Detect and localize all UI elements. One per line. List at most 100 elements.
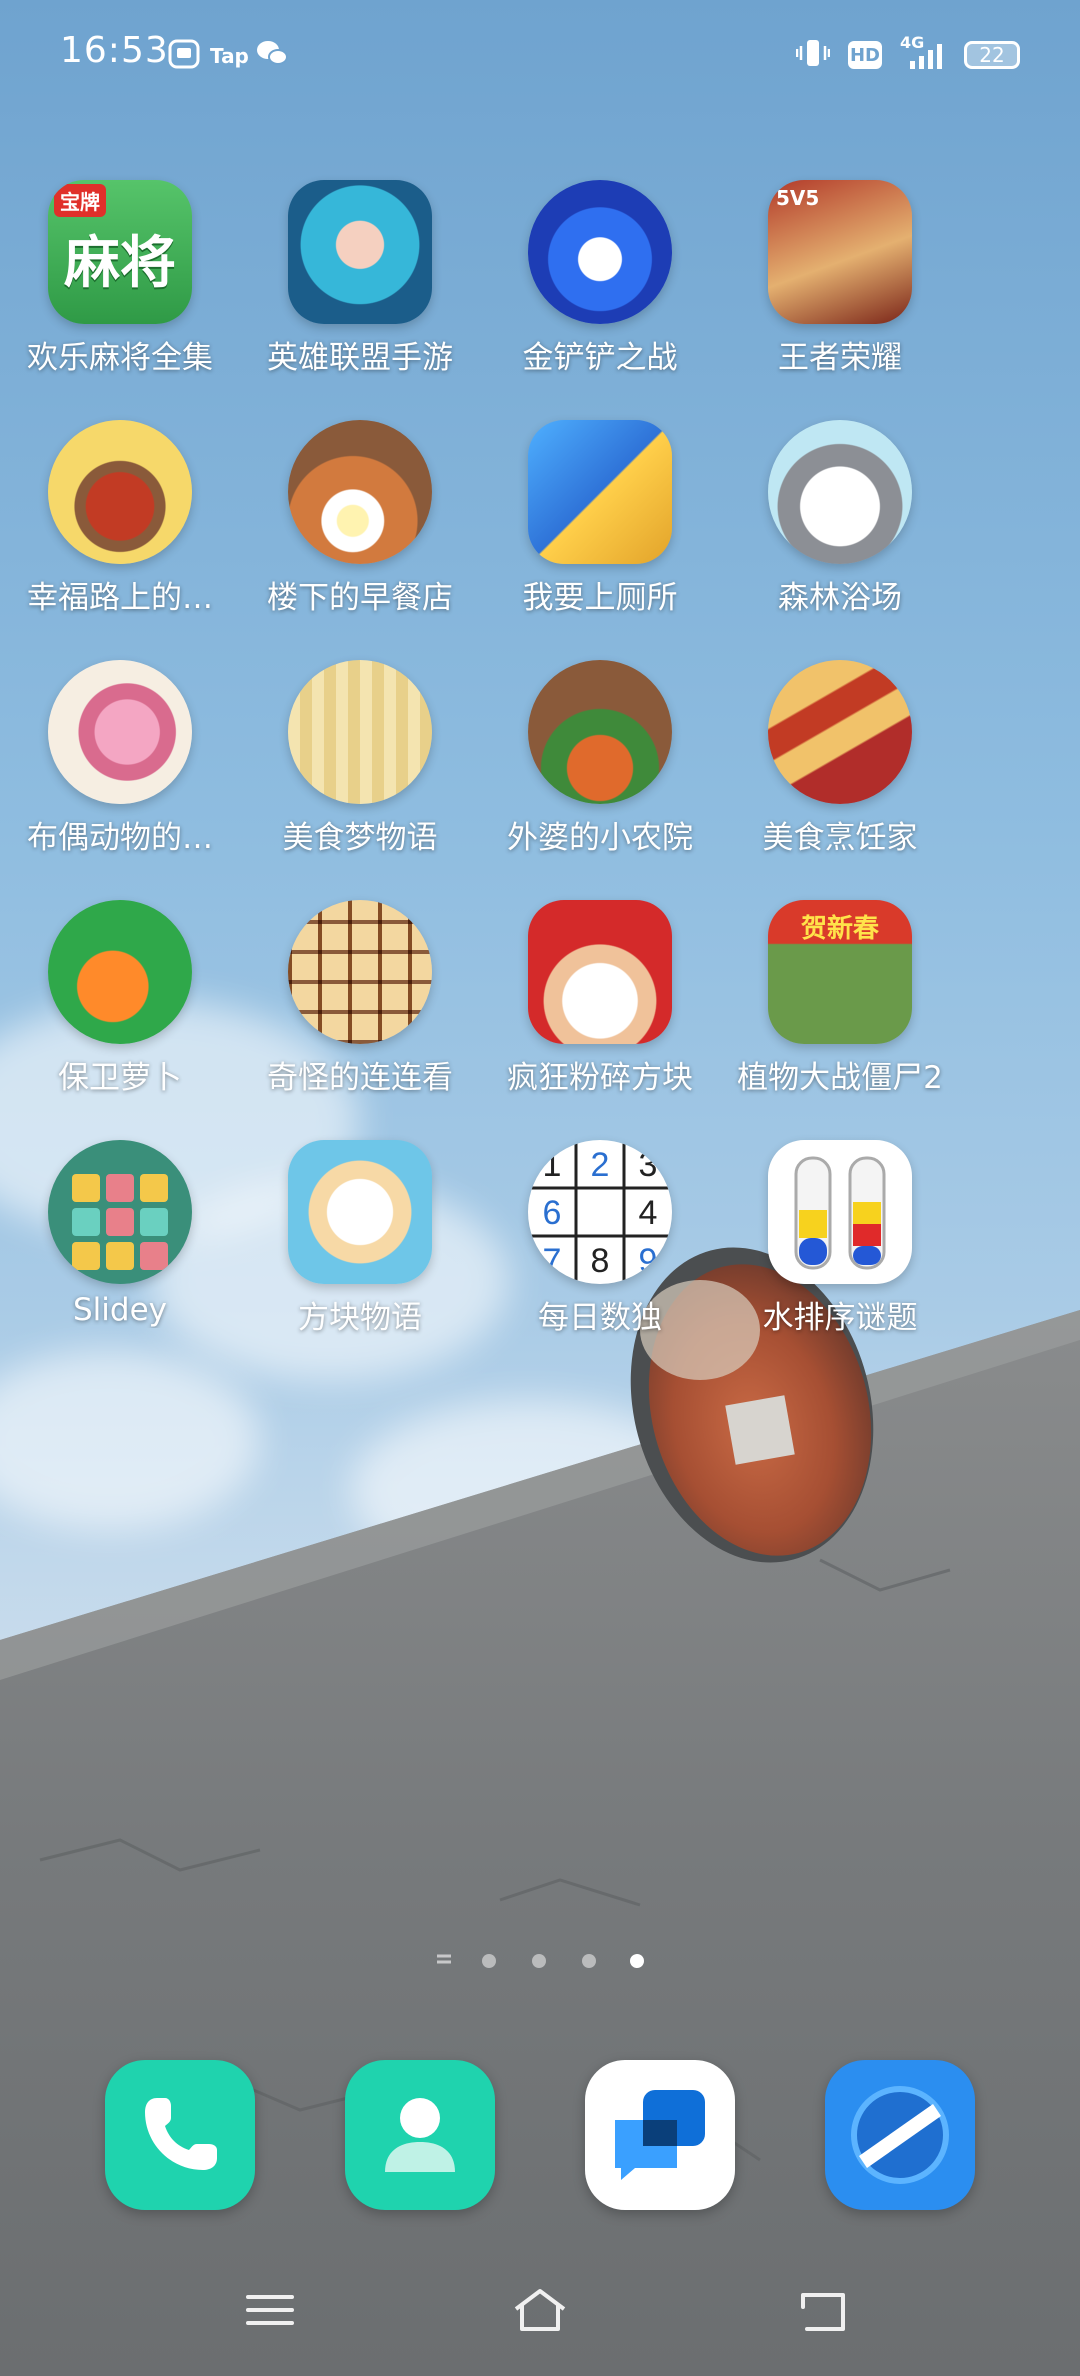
toilet-game-icon [528, 420, 672, 564]
app-tile-match[interactable]: 奇怪的连连看 [240, 900, 480, 1120]
sudoku-digit: 9 [639, 1242, 658, 1280]
hotdog-icon [768, 660, 912, 804]
messages-icon [615, 2090, 705, 2180]
app-block-story[interactable]: 方块物语 [240, 1140, 480, 1360]
app-label: 我要上厕所 [522, 580, 678, 616]
status-bar: 16:53 Tap HD 4G 22 [0, 0, 1080, 110]
signal-icon: 4G [900, 33, 946, 71]
menu-icon [246, 2295, 294, 2325]
page-dot-active[interactable] [630, 1954, 644, 1968]
dock-browser[interactable] [825, 2060, 975, 2210]
app-carrot-defense[interactable]: 保卫萝卜 [0, 900, 240, 1120]
dock-messages[interactable] [585, 2060, 735, 2210]
wechat-icon [256, 38, 288, 72]
app-water-sort[interactable]: 水排序谜题 [720, 1140, 960, 1360]
mahjong-icon: 宝牌 麻将 [48, 180, 192, 324]
app-forest-bath[interactable]: 森林浴场 [720, 420, 960, 640]
app-grandma-farm[interactable]: 外婆的小农院 [480, 660, 720, 880]
sudoku-digit: 8 [591, 1242, 610, 1280]
mahjong-glyph: 麻将 [64, 231, 176, 296]
penguin-game-icon [528, 180, 672, 324]
contacts-icon [385, 2098, 455, 2172]
sudoku-digit: 3 [639, 1146, 658, 1184]
page-list-icon [436, 1950, 452, 1970]
app-jinchanchan[interactable]: 金铲铲之战 [480, 180, 720, 400]
water-sort-icon [768, 1140, 912, 1284]
app-honor-of-kings[interactable]: 5V5 王者荣耀 [720, 180, 960, 400]
app-crazy-smash[interactable]: 疯狂粉碎方块 [480, 900, 720, 1120]
app-label: 每日数独 [538, 1300, 662, 1336]
app-label: 美食烹饪家 [762, 820, 918, 856]
app-breakfast-shop[interactable]: 楼下的早餐店 [240, 420, 480, 640]
back-nav-button[interactable] [795, 2285, 855, 2335]
sudoku-icon: 1 2 3 6 4 7 8 9 [528, 1140, 672, 1284]
app-notification-icon [168, 38, 200, 74]
app-food-cook[interactable]: 美食烹饪家 [720, 660, 960, 880]
app-plush-animals[interactable]: 布偶动物的… [0, 660, 240, 880]
hd-voice-icon: HD [848, 41, 882, 69]
page-indicator[interactable] [0, 1950, 1080, 1970]
app-daily-sudoku[interactable]: 1 2 3 6 4 7 8 9 每日数独 [480, 1140, 720, 1360]
water-tubes [794, 1156, 886, 1270]
mahjong-badge: 宝牌 [54, 184, 106, 217]
page-dot[interactable] [532, 1954, 546, 1968]
back-icon [801, 2293, 845, 2331]
sudoku-digit: 1 [543, 1146, 562, 1184]
app-label: 美食梦物语 [282, 820, 438, 856]
app-xingfulu[interactable]: 幸福路上的… [0, 420, 240, 640]
home-nav-button[interactable] [510, 2285, 570, 2335]
app-label: 水排序谜题 [762, 1300, 918, 1336]
app-label: 英雄联盟手游 [267, 340, 453, 376]
app-label: 保卫萝卜 [58, 1060, 182, 1096]
app-label: 奇怪的连连看 [267, 1060, 453, 1096]
app-label: 幸福路上的… [27, 580, 213, 616]
app-toilet-game[interactable]: 我要上厕所 [480, 420, 720, 640]
santa-icon [528, 900, 672, 1044]
tap-notification-icon: Tap [210, 44, 249, 68]
phone-icon [145, 2098, 217, 2170]
app-label: Slidey [73, 1292, 167, 1328]
dock-contacts[interactable] [345, 2060, 495, 2210]
app-label: 森林浴场 [778, 580, 902, 616]
slidey-block-icon [48, 1140, 192, 1284]
slidey-blocks [72, 1174, 168, 1270]
menu-nav-button[interactable] [240, 2285, 300, 2335]
grandma-farm-icon [528, 660, 672, 804]
page-dot[interactable] [482, 1954, 496, 1968]
browser-icon [851, 2086, 949, 2184]
home-icon [514, 2289, 566, 2331]
app-label: 金铲铲之战 [522, 340, 678, 376]
breakfast-dog-icon [288, 420, 432, 564]
cat-mahjong-icon [288, 1140, 432, 1284]
page-dot[interactable] [582, 1954, 596, 1968]
dock-phone[interactable] [105, 2060, 255, 2210]
pvz-zombie-icon: 贺新春 [768, 900, 912, 1044]
sudoku-digit: 4 [639, 1194, 658, 1232]
app-slidey[interactable]: Slidey [0, 1140, 240, 1360]
honor-of-kings-icon: 5V5 [768, 180, 912, 324]
app-label: 外婆的小农院 [507, 820, 693, 856]
vibrate-icon [795, 38, 831, 72]
plush-animal-icon [48, 660, 192, 804]
pvz-badge: 贺新春 [800, 914, 879, 944]
tile-match-icon [288, 900, 432, 1044]
hotpot-icon [48, 420, 192, 564]
app-label: 植物大战僵尸2 [737, 1060, 943, 1096]
app-label: 疯狂粉碎方块 [507, 1060, 693, 1096]
app-league-of-legends[interactable]: 英雄联盟手游 [240, 180, 480, 400]
app-huanle-majiang[interactable]: 宝牌 麻将 欢乐麻将全集 [0, 180, 240, 400]
app-pvz2[interactable]: 贺新春 植物大战僵尸2 [720, 900, 960, 1120]
honor-badge: 5V5 [776, 186, 820, 210]
status-indicators: HD 4G 22 [795, 33, 1020, 72]
sudoku-digit: 7 [543, 1242, 562, 1280]
battery-indicator: 22 [964, 41, 1020, 69]
clock: 16:53 [60, 30, 169, 71]
sudoku-grid: 1 2 3 6 4 7 8 9 [528, 1140, 672, 1284]
cat-bath-icon [768, 420, 912, 564]
home-screen: 16:53 Tap HD 4G 22 宝牌 麻将 欢乐麻将全集 英雄联盟手游 金… [0, 0, 1080, 2376]
league-of-legends-icon [288, 180, 432, 324]
app-label: 布偶动物的… [27, 820, 213, 856]
app-food-dream[interactable]: 美食梦物语 [240, 660, 480, 880]
carrot-icon [48, 900, 192, 1044]
sudoku-digit: 6 [543, 1194, 562, 1232]
